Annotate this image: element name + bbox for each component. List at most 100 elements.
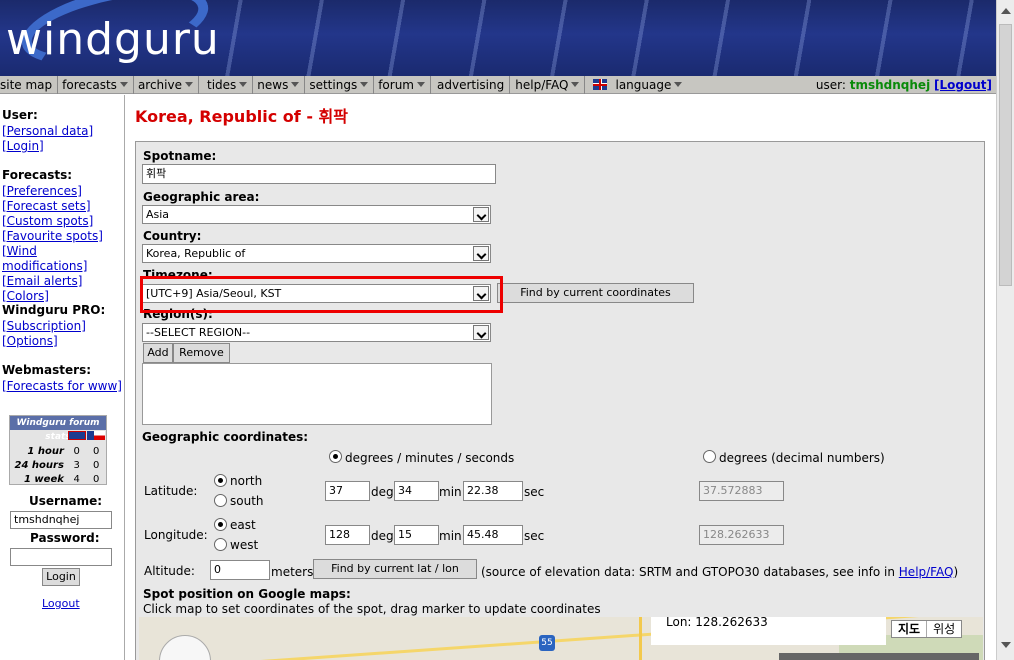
menu-label: archive (137, 77, 182, 92)
password-input[interactable] (10, 548, 112, 566)
username-input[interactable]: tmshdnqhej (10, 511, 112, 529)
decimal-radio[interactable] (703, 450, 716, 463)
spotname-label: Spotname: (143, 149, 217, 163)
geo-area-value: Asia (146, 208, 170, 221)
stats-uk-count: 0 (73, 445, 80, 457)
menu-label: help/FAQ (515, 77, 569, 92)
south-radio[interactable] (214, 494, 227, 507)
sidebar-link-personal-data[interactable]: [Personal data] (2, 124, 93, 139)
header-banner: windguru (0, 0, 996, 76)
latitude-decimal-input[interactable]: 37.572883 (699, 481, 784, 501)
west-label: west (230, 538, 259, 552)
menu-label: forum (378, 77, 414, 92)
deg-unit: deg (371, 529, 394, 543)
sidebar-link-custom-spots[interactable]: [Custom spots] (2, 214, 124, 229)
scroll-up-icon[interactable] (1001, 8, 1011, 14)
add-region-button[interactable]: Add (143, 343, 173, 363)
country-select[interactable]: Korea, Republic of (142, 244, 491, 263)
spot-form: Spotname: 휘팍 Geographic area: Asia Count… (135, 141, 985, 660)
password-label: Password: (30, 531, 100, 545)
uk-flag-icon (593, 79, 608, 90)
table-row: 1 week 4 0 (10, 472, 106, 486)
windguru-logo[interactable]: windguru (6, 14, 220, 65)
sidebar-logout-link[interactable]: Logout (42, 596, 80, 611)
page-scrollbar[interactable] (996, 0, 1014, 660)
uk-flag-icon (67, 431, 86, 440)
map-type-toggle: 지도 위성 (891, 620, 963, 638)
sec-unit: sec (524, 529, 545, 543)
sidebar-link-preferences[interactable]: [Preferences] (2, 184, 124, 199)
menu-news[interactable]: news (253, 75, 306, 94)
chevron-down-icon (360, 82, 369, 87)
latitude-degrees-input[interactable]: 37 (325, 481, 370, 501)
stats-uk-count: 4 (73, 473, 80, 485)
decimal-option-label: degrees (decimal numbers) (719, 451, 885, 465)
chevron-down-icon (674, 82, 683, 87)
deg-unit: deg (371, 485, 394, 499)
region-list[interactable] (142, 363, 492, 425)
menu-label: advertising (437, 77, 505, 92)
sidebar-link-login[interactable]: [Login] (2, 139, 93, 154)
sidebar-heading-pro: Windguru PRO: (2, 303, 106, 317)
scroll-down-icon[interactable] (1001, 642, 1011, 648)
satellite-view-button[interactable]: 위성 (927, 621, 961, 637)
chevron-down-icon (473, 325, 489, 340)
chevron-down-icon (417, 82, 425, 87)
menu-forum[interactable]: forum (374, 75, 431, 94)
region-select[interactable]: --SELECT REGION-- (142, 323, 491, 342)
geo-area-select[interactable]: Asia (142, 205, 491, 224)
menu-label: tides (206, 77, 237, 92)
user-status: user: tmshdnqhej [Logout] (816, 76, 992, 94)
longitude-seconds-input[interactable]: 45.48 (463, 525, 523, 545)
sidebar-link-colors[interactable]: [Colors] (2, 289, 124, 304)
scrollbar-thumb[interactable] (999, 24, 1012, 286)
google-map[interactable]: 55 Lon: 128.262633 지도 위성 (139, 617, 983, 660)
username-label: Username: (29, 494, 103, 508)
longitude-degrees-input[interactable]: 128 (325, 525, 370, 545)
menu-advertising[interactable]: advertising (431, 75, 511, 94)
sidebar-link-favourite-spots[interactable]: [Favourite spots] (2, 229, 124, 244)
north-radio[interactable] (214, 474, 227, 487)
sidebar-link-forecast-sets[interactable]: [Forecast sets] (2, 199, 124, 214)
map-view-button[interactable]: 지도 (892, 621, 928, 637)
menu-site-map[interactable]: site map (0, 75, 59, 94)
sidebar-link-email-alerts[interactable]: [Email alerts] (2, 274, 124, 289)
help-faq-link[interactable]: Help/FAQ (899, 565, 954, 579)
find-by-coordinates-button[interactable]: Find by current coordinates (497, 283, 694, 303)
find-by-latlon-button[interactable]: Find by current lat / lon (313, 559, 477, 579)
coordinates-label: Geographic coordinates: (142, 430, 309, 444)
sidebar-link-wind-modifications[interactable]: [Wind modifications] (2, 244, 124, 274)
chevron-down-icon (473, 246, 489, 261)
altitude-input[interactable]: 0 (210, 560, 270, 580)
latitude-minutes-input[interactable]: 34 (394, 481, 439, 501)
menu-help-faq[interactable]: help/FAQ (510, 75, 586, 94)
sidebar-link-forecasts-for-www[interactable]: [Forecasts for www] (2, 379, 122, 394)
menu-archive[interactable]: archive (134, 75, 199, 94)
chevron-down-icon (119, 82, 128, 87)
remove-region-button[interactable]: Remove (173, 343, 230, 363)
menu-tides[interactable]: tides (199, 75, 254, 94)
logout-link[interactable]: [Logout] (934, 78, 992, 92)
sidebar-heading-webmasters: Webmasters: (2, 363, 92, 377)
menu-settings[interactable]: settings (305, 75, 375, 94)
menu-label: forecasts (62, 77, 117, 92)
menu-forecasts[interactable]: forecasts (58, 75, 134, 94)
latitude-seconds-input[interactable]: 22.38 (463, 481, 523, 501)
map-pan-control[interactable] (159, 635, 211, 660)
east-radio[interactable] (214, 518, 227, 531)
west-radio[interactable] (214, 538, 227, 551)
chevron-down-icon (184, 82, 193, 87)
longitude-label: Longitude: (144, 528, 208, 542)
meters-unit: meters (271, 565, 314, 579)
sidebar-heading-forecasts: Forecasts: (2, 168, 73, 182)
stats-period: 24 hours (14, 459, 64, 471)
sidebar-link-subscription[interactable]: [Subscription] (2, 319, 105, 334)
longitude-minutes-input[interactable]: 15 (394, 525, 439, 545)
longitude-decimal-input[interactable]: 128.262633 (699, 525, 784, 545)
login-button[interactable]: Login (42, 568, 80, 586)
dms-radio[interactable] (329, 450, 342, 463)
sidebar-link-options[interactable]: [Options] (2, 334, 105, 349)
menu-language[interactable]: language (585, 76, 687, 94)
spotname-input[interactable]: 휘팍 (142, 164, 496, 184)
elevation-note-text: (source of elevation data: SRTM and GTOP… (481, 565, 899, 579)
